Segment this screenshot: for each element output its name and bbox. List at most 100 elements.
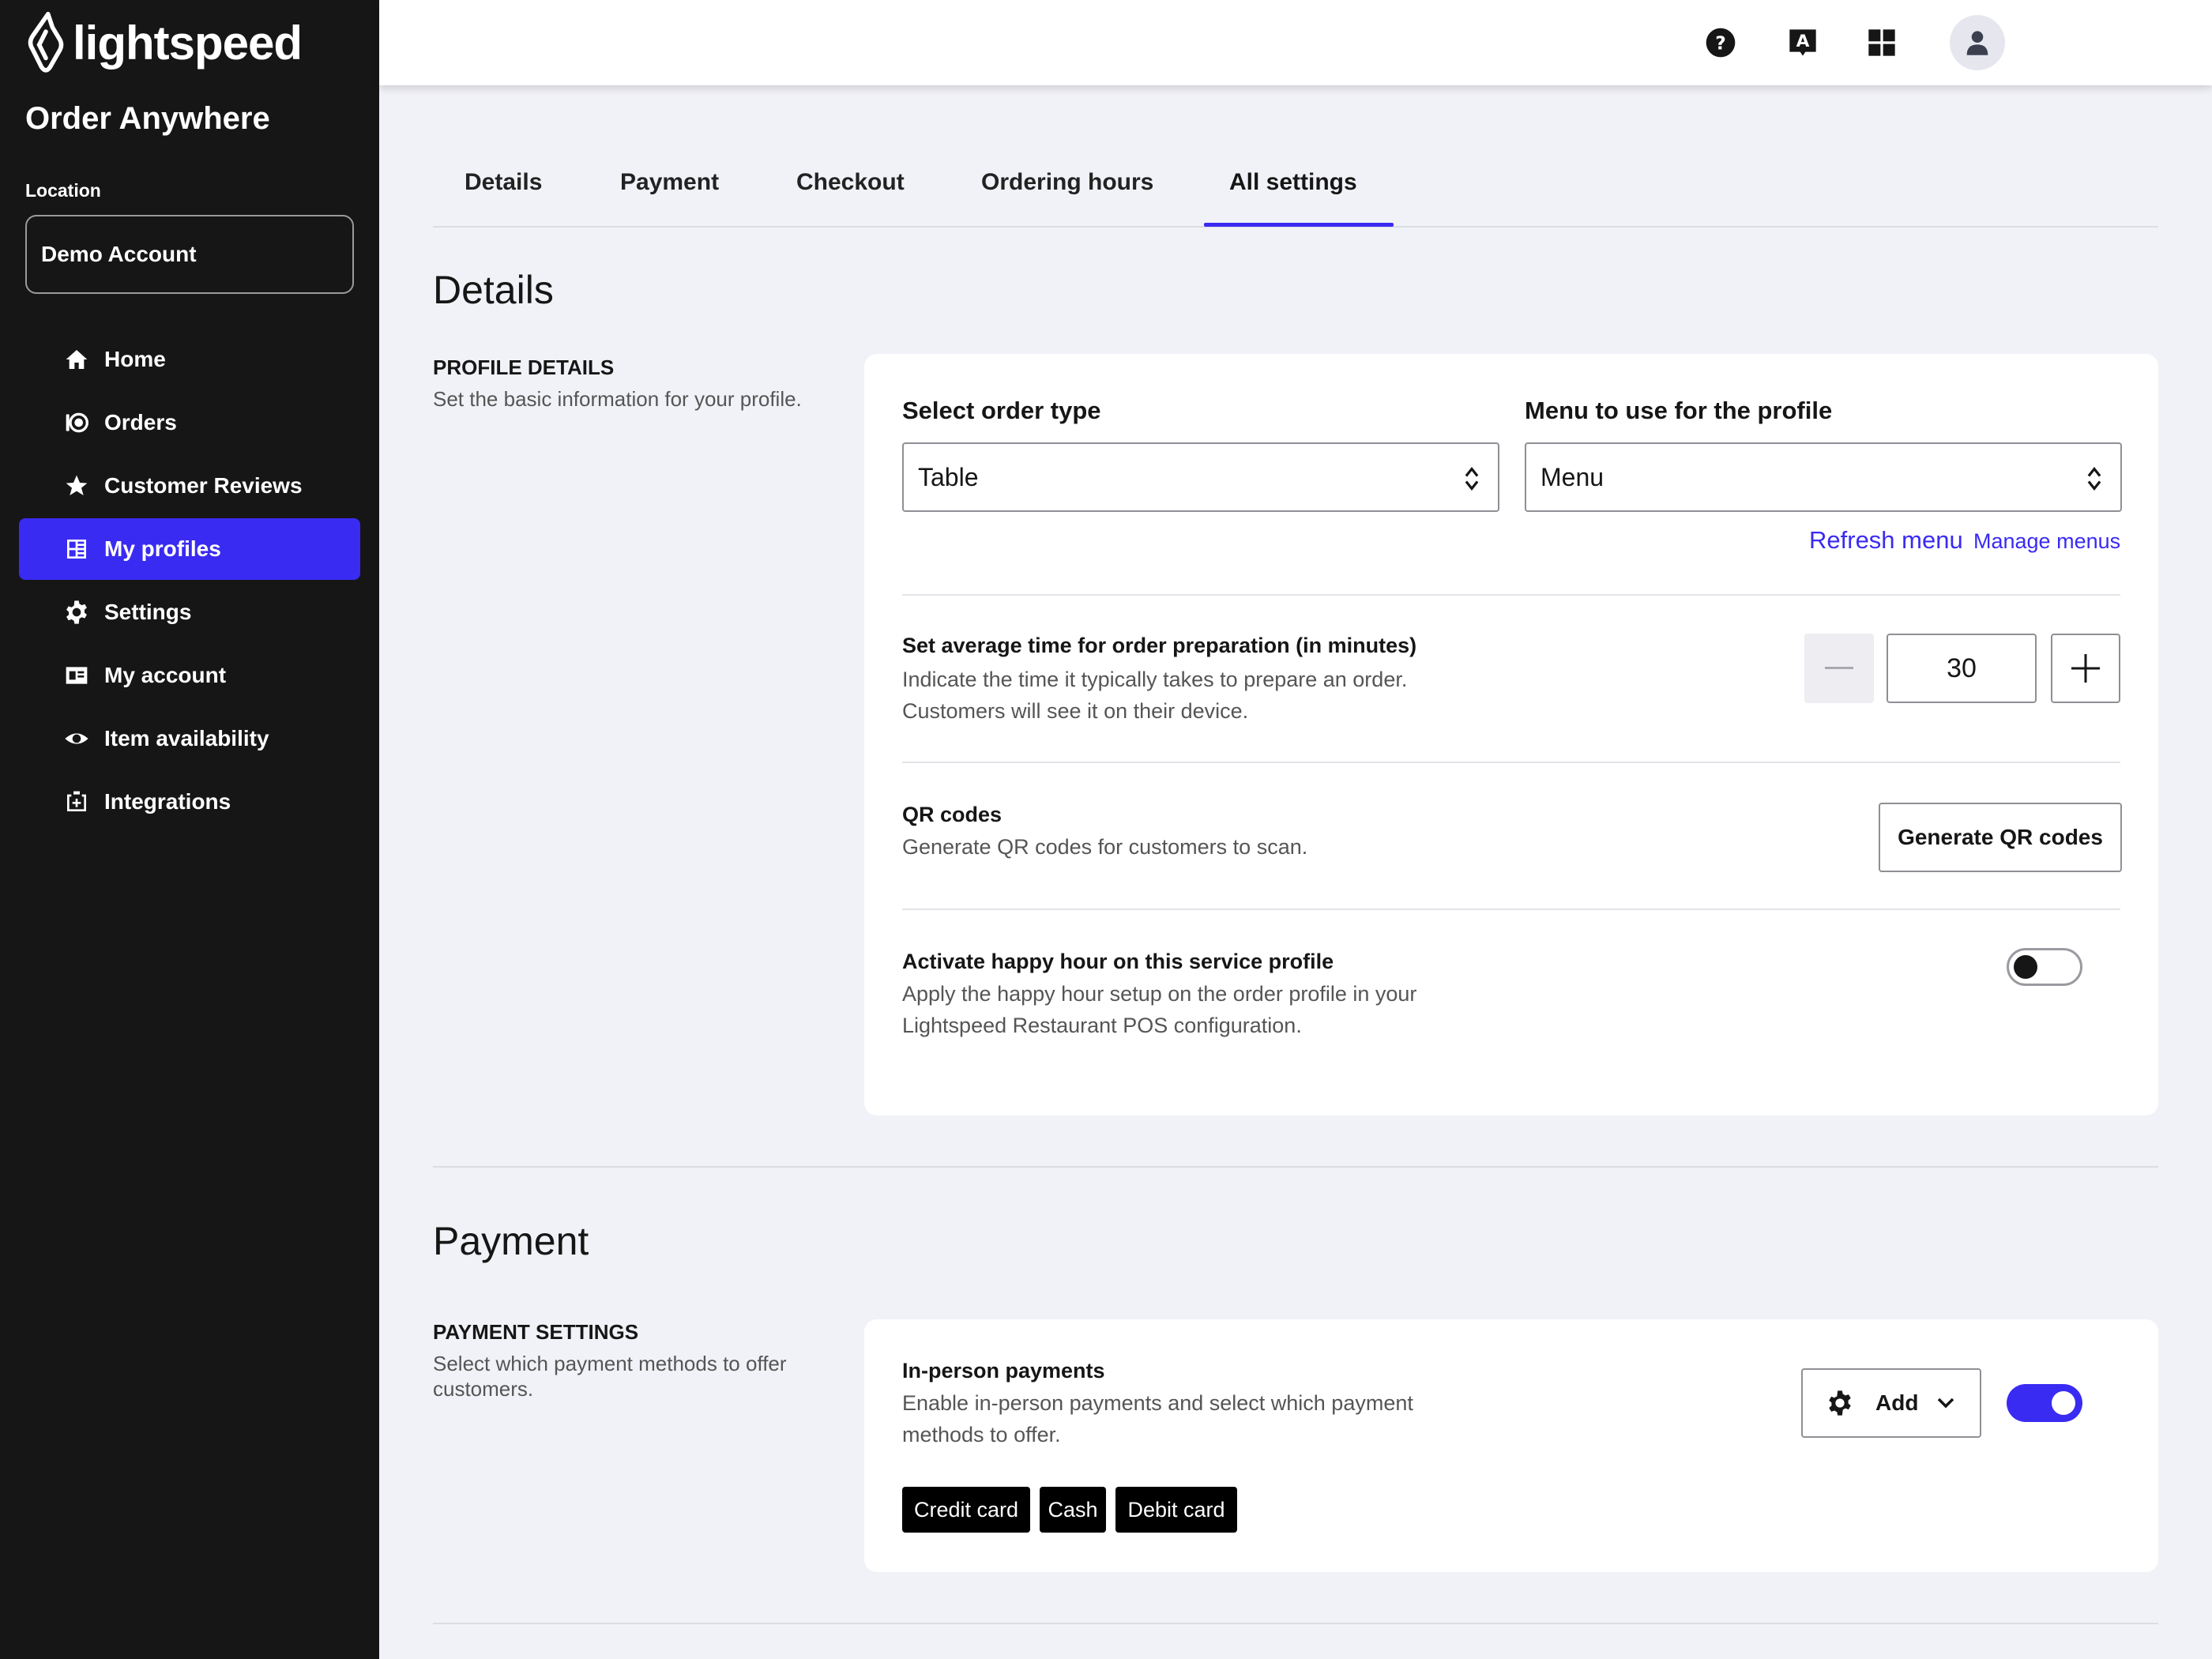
sidebar-item-label: Item availability <box>104 726 269 750</box>
divider <box>902 762 2120 763</box>
brand-name: lightspeed <box>73 16 303 70</box>
happy-hour-desc-line: Apply the happy hour setup on the order … <box>902 982 1417 1006</box>
profile-tabs: Details Payment Checkout Ordering hours … <box>433 155 2158 228</box>
prep-time-input[interactable]: 30 <box>1887 634 2037 703</box>
in-person-desc-line: Enable in-person payments and select whi… <box>902 1391 1413 1415</box>
top-bar: ? A <box>379 0 2212 85</box>
chevron-up-down-icon <box>1465 466 1479 491</box>
svg-text:A: A <box>1796 32 1810 51</box>
tab-all-settings[interactable]: All settings <box>1229 169 1357 196</box>
happy-hour-title: Activate happy hour on this service prof… <box>902 950 1334 973</box>
payment-method-chip[interactable]: Credit card <box>902 1487 1030 1533</box>
sidebar-item-item-availability[interactable]: Item availability <box>19 708 360 769</box>
order-type-label: Select order type <box>902 397 1101 424</box>
app-title: Order Anywhere <box>25 101 270 136</box>
profile-details-description: Set the basic information for your profi… <box>433 387 802 411</box>
sidebar: lightspeed Order Anywhere Location Demo … <box>0 0 379 1659</box>
sidebar-item-label: My account <box>104 663 227 687</box>
section-divider <box>433 1166 2158 1168</box>
language-icon[interactable]: A <box>1778 17 1828 68</box>
sidebar-item-label: Orders <box>104 410 177 434</box>
prep-time-title: Set average time for order preparation (… <box>902 634 1417 657</box>
divider <box>902 908 2120 910</box>
happy-hour-toggle[interactable] <box>2007 948 2082 986</box>
sidebar-item-label: Customer Reviews <box>104 473 303 498</box>
prep-time-description: Indicate the time it typically takes to … <box>902 664 1471 727</box>
sidebar-item-home[interactable]: Home <box>19 329 360 390</box>
qr-codes-title: QR codes <box>902 803 1003 826</box>
happy-hour-desc-line: Lightspeed Restaurant POS configuration. <box>902 1014 1302 1037</box>
section-divider <box>433 1623 2158 1624</box>
orders-icon <box>63 409 90 436</box>
eye-icon <box>63 725 90 752</box>
tab-details[interactable]: Details <box>465 169 542 196</box>
divider <box>902 594 2120 596</box>
toggle-knob <box>2014 955 2037 979</box>
sidebar-item-label: My profiles <box>104 536 221 561</box>
generate-qr-codes-button[interactable]: Generate QR codes <box>1879 803 2122 872</box>
in-person-payments-title: In-person payments <box>902 1359 1105 1382</box>
minus-icon <box>1825 667 1853 669</box>
apps-grid-icon[interactable] <box>1856 17 1907 68</box>
qr-codes-description: Generate QR codes for customers to scan. <box>902 835 1308 859</box>
add-label: Add <box>1875 1390 1919 1415</box>
active-tab-indicator <box>1204 223 1394 227</box>
profile-details-card: Select order type Table Menu to use for … <box>864 354 2158 1115</box>
star-icon <box>63 472 90 499</box>
user-avatar[interactable] <box>1950 15 2005 70</box>
increment-button[interactable] <box>2051 634 2120 703</box>
decrement-button[interactable] <box>1804 634 1874 703</box>
sidebar-item-orders[interactable]: Orders <box>19 392 360 453</box>
menu-label: Menu to use for the profile <box>1525 397 1833 424</box>
chevron-down-icon <box>1938 1398 1954 1409</box>
gear-icon <box>63 599 90 626</box>
sidebar-item-my-account[interactable]: My account <box>19 645 360 706</box>
in-person-payments-toggle[interactable] <box>2007 1384 2082 1422</box>
sidebar-item-integrations[interactable]: Integrations <box>19 771 360 833</box>
happy-hour-description: Apply the happy hour setup on the order … <box>902 978 1471 1041</box>
order-type-value: Table <box>918 462 979 491</box>
tab-ordering-hours[interactable]: Ordering hours <box>981 169 1153 196</box>
profiles-icon <box>63 536 90 562</box>
payment-settings-heading: PAYMENT SETTINGS <box>433 1320 639 1344</box>
sidebar-item-settings[interactable]: Settings <box>19 581 360 643</box>
chevron-up-down-icon <box>2087 466 2101 491</box>
user-icon <box>1966 31 1988 55</box>
sidebar-item-label: Settings <box>104 600 192 624</box>
gear-icon <box>1829 1390 1851 1416</box>
home-icon <box>63 346 90 373</box>
payment-method-chip[interactable]: Cash <box>1040 1487 1106 1533</box>
payment-settings-description: Select which payment methods to offer cu… <box>433 1352 787 1401</box>
menu-value: Menu <box>1540 462 1604 491</box>
sidebar-item-my-profiles[interactable]: My profiles <box>19 518 360 580</box>
help-icon[interactable]: ? <box>1695 17 1746 68</box>
profile-details-heading: PROFILE DETAILS <box>433 356 615 379</box>
brand-logo[interactable]: lightspeed <box>24 11 303 74</box>
id-card-icon <box>63 662 90 689</box>
svg-text:?: ? <box>1715 32 1726 54</box>
sidebar-item-label: Home <box>104 347 166 371</box>
payment-section-title: Payment <box>433 1219 589 1263</box>
toggle-knob <box>2052 1391 2075 1415</box>
plus-icon <box>2071 654 2100 683</box>
manage-menus-link[interactable]: Manage menus <box>1973 529 2120 554</box>
tab-checkout[interactable]: Checkout <box>796 169 905 196</box>
prep-time-desc-line: Customers will see it on their device. <box>902 699 1249 723</box>
payment-settings-card: In-person payments Enable in-person paym… <box>864 1319 2158 1572</box>
refresh-menu-link[interactable]: Refresh menu <box>1809 526 1963 555</box>
prep-time-desc-line: Indicate the time it typically takes to … <box>902 668 1408 691</box>
payment-method-chip[interactable]: Debit card <box>1115 1487 1237 1533</box>
sidebar-item-label: Integrations <box>104 789 231 814</box>
menu-select[interactable]: Menu <box>1525 442 2122 512</box>
order-type-select[interactable]: Table <box>902 442 1499 512</box>
sidebar-nav: Home Orders Customer Reviews My profiles… <box>19 329 360 834</box>
in-person-desc-line: methods to offer. <box>902 1423 1061 1446</box>
integrations-icon <box>63 788 90 815</box>
in-person-payments-description: Enable in-person payments and select whi… <box>902 1387 1471 1450</box>
tab-payment[interactable]: Payment <box>620 169 719 196</box>
location-label: Location <box>25 180 101 201</box>
lightspeed-flame-icon <box>28 12 64 73</box>
sidebar-item-customer-reviews[interactable]: Customer Reviews <box>19 455 360 517</box>
location-select[interactable]: Demo Account <box>25 215 354 294</box>
add-payment-method-dropdown[interactable]: Add <box>1801 1368 1981 1438</box>
